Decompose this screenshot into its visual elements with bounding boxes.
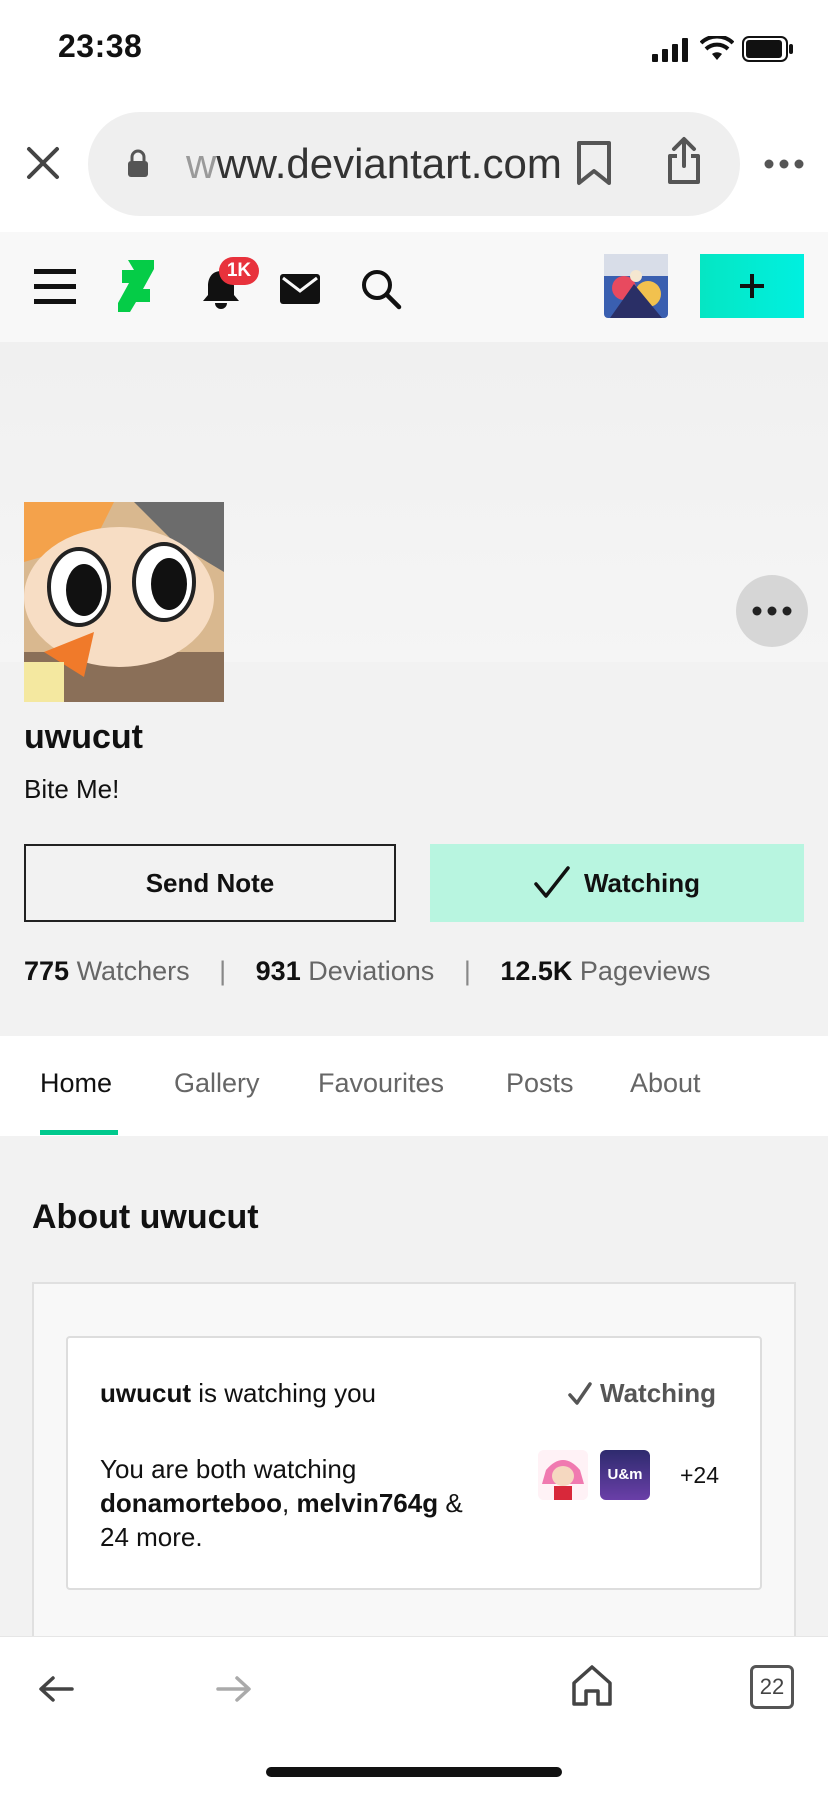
signal-icon [652, 38, 688, 62]
mutual-user-link[interactable]: melvin764g [296, 1488, 438, 1518]
deviantart-logo-icon[interactable] [116, 258, 156, 314]
bookmark-icon[interactable] [576, 140, 612, 186]
more-horizontal-icon [752, 606, 792, 616]
profile-more-button[interactable] [736, 575, 808, 647]
about-section-title: About uwucut [32, 1198, 259, 1236]
profile-avatar[interactable] [24, 502, 224, 702]
pageviews-count: 12.5K [500, 956, 573, 986]
tab-posts[interactable]: Posts [506, 1068, 574, 1099]
mutual-user-link[interactable]: donamorteboo [100, 1488, 282, 1518]
mutual-user-avatar[interactable]: U&m [600, 1450, 650, 1500]
forward-arrow-icon[interactable] [216, 1675, 252, 1703]
tab-gallery[interactable]: Gallery [174, 1068, 260, 1099]
back-arrow-icon[interactable] [38, 1675, 74, 1703]
search-icon[interactable] [360, 268, 402, 310]
more-options-icon[interactable] [764, 158, 804, 170]
url-text: www.deviantart.com [186, 140, 562, 187]
messages-envelope-icon[interactable] [280, 274, 320, 304]
stats-separator: | [463, 956, 471, 986]
plus-icon [740, 274, 764, 298]
profile-username: uwucut [24, 718, 143, 756]
browser-bar: www.deviantart.com [0, 100, 828, 232]
profile-tagline: Bite Me! [24, 774, 120, 804]
address-bar[interactable]: www.deviantart.com [88, 112, 740, 216]
deviations-label: Deviations [308, 956, 435, 986]
watching-button-label: Watching [583, 867, 701, 898]
user-avatar[interactable] [604, 254, 668, 318]
close-icon[interactable] [26, 146, 60, 180]
profile-tabs: Home Gallery Favourites Posts About [0, 1036, 828, 1136]
watching-you-text: uwucut is watching you [100, 1378, 376, 1408]
deviations-count: 931 [255, 956, 301, 986]
tab-home[interactable]: Home [40, 1068, 112, 1099]
watching-button[interactable]: Watching [430, 844, 804, 922]
watchers-label: Watchers [76, 956, 190, 986]
share-icon[interactable] [664, 136, 704, 186]
tabs-count-button[interactable]: 22 [750, 1665, 794, 1709]
status-bar: 23:38 [0, 0, 828, 100]
watching-status: Watching [568, 1378, 716, 1409]
home-indicator [266, 1767, 562, 1777]
wifi-icon [700, 36, 734, 60]
browser-toolbar: 22 [0, 1636, 828, 1793]
checkmark-icon [568, 1381, 592, 1405]
mutual-user-avatar[interactable] [538, 1450, 588, 1500]
site-header: 1K [0, 232, 828, 342]
lock-icon [128, 149, 148, 177]
send-note-button[interactable]: Send Note [24, 844, 396, 922]
menu-icon[interactable] [34, 269, 76, 305]
notifications-badge: 1K [219, 257, 259, 285]
stats-separator: | [219, 956, 227, 986]
tab-about[interactable]: About [630, 1068, 701, 1099]
home-icon[interactable] [570, 1663, 614, 1707]
create-button[interactable] [700, 254, 804, 318]
pageviews-label: Pageviews [579, 956, 711, 986]
mutual-more-count[interactable]: +24 [680, 1462, 719, 1489]
battery-icon [742, 36, 793, 62]
status-time: 23:38 [58, 28, 143, 64]
watch-relationship-card: uwucut is watching you Watching You are … [66, 1336, 762, 1590]
mutual-watching-text: You are both watching donamorteboo, melv… [100, 1454, 463, 1552]
active-tab-indicator [40, 1130, 118, 1135]
send-note-label: Send Note [145, 867, 275, 898]
profile-stats: 775 Watchers | 931 Deviations | 12.5K Pa… [24, 956, 711, 987]
watchers-count: 775 [24, 956, 70, 986]
tab-favourites[interactable]: Favourites [318, 1068, 444, 1099]
watcher-username[interactable]: uwucut [100, 1378, 191, 1408]
checkmark-icon [534, 866, 570, 898]
